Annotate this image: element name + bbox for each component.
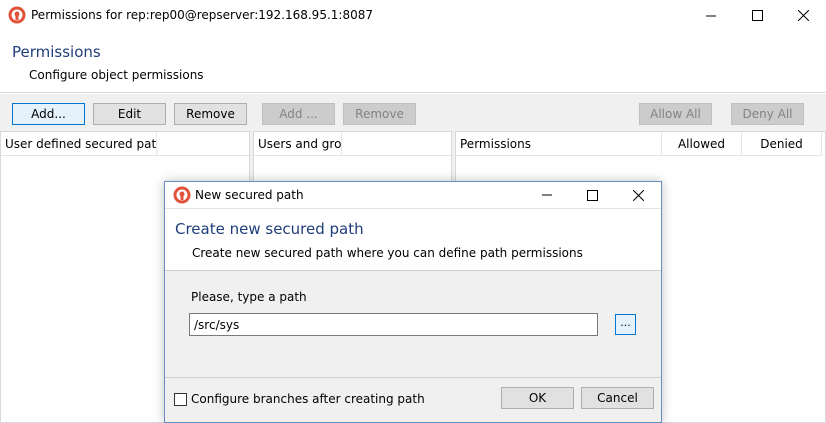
dialog-heading: Create new secured path	[175, 220, 364, 238]
dialog-footer: Configure branches after creating path O…	[165, 379, 661, 422]
configure-branches-label[interactable]: Configure branches after creating path	[191, 392, 425, 406]
close-icon	[797, 10, 809, 21]
dialog-subheading: Create new secured path where you can de…	[192, 246, 583, 260]
close-icon	[632, 189, 644, 201]
minimize-icon	[706, 15, 716, 16]
dialog-body: Please, type a path ...	[165, 272, 661, 378]
browse-button[interactable]: ...	[615, 314, 636, 335]
configure-branches-checkbox[interactable]	[174, 392, 187, 406]
minimize-button[interactable]	[688, 0, 734, 31]
add-path-button[interactable]: Add...	[12, 103, 85, 125]
dialog-maximize-button[interactable]	[569, 182, 615, 208]
configure-branches-option[interactable]: Configure branches after creating path	[174, 392, 425, 406]
window-title: Permissions for rep:rep00@repserver:192.…	[31, 8, 373, 22]
path-label: Please, type a path	[191, 290, 307, 304]
edit-path-button[interactable]: Edit	[93, 103, 166, 125]
remove-path-button[interactable]: Remove	[174, 103, 247, 125]
column-header-permissions[interactable]: Permissions	[456, 132, 662, 156]
add-user-button[interactable]: Add ...	[262, 103, 335, 125]
column-header-allowed[interactable]: Allowed	[662, 132, 742, 156]
dialog-title: New secured path	[195, 188, 304, 202]
maximize-icon	[751, 10, 763, 21]
ok-button[interactable]: OK	[501, 387, 574, 409]
column-header-empty	[157, 132, 249, 156]
deny-all-button[interactable]: Deny All	[731, 103, 804, 125]
main-titlebar: Permissions for rep:rep00@repserver:192.…	[0, 0, 826, 31]
maximize-button[interactable]	[734, 0, 780, 31]
column-header-empty	[342, 132, 451, 156]
minimize-icon	[542, 194, 552, 196]
window-header: Permissions Configure object permissions	[0, 31, 826, 93]
remove-user-button[interactable]: Remove	[343, 103, 416, 125]
close-button[interactable]	[780, 0, 826, 31]
path-input[interactable]	[189, 313, 598, 336]
plastic-scm-logo-icon	[8, 6, 26, 24]
page-title: Permissions	[12, 43, 101, 61]
toolbar: Add... Edit Remove Add ... Remove Allow …	[0, 94, 826, 131]
maximize-icon	[586, 189, 598, 201]
dialog-minimize-button[interactable]	[524, 182, 570, 208]
new-secured-path-dialog: New secured path Create new secured path…	[164, 181, 662, 423]
dialog-titlebar: New secured path	[165, 182, 661, 209]
column-header-paths[interactable]: User defined secured paths	[1, 132, 170, 156]
column-header-denied[interactable]: Denied	[742, 132, 822, 156]
allow-all-button[interactable]: Allow All	[639, 103, 712, 125]
dialog-close-button[interactable]	[615, 182, 661, 208]
column-header-users[interactable]: Users and gro...	[254, 132, 353, 156]
page-subtitle: Configure object permissions	[29, 68, 204, 82]
cancel-button[interactable]: Cancel	[581, 387, 654, 409]
dialog-header: Create new secured path Create new secur…	[165, 209, 661, 271]
plastic-scm-logo-icon	[173, 186, 191, 204]
